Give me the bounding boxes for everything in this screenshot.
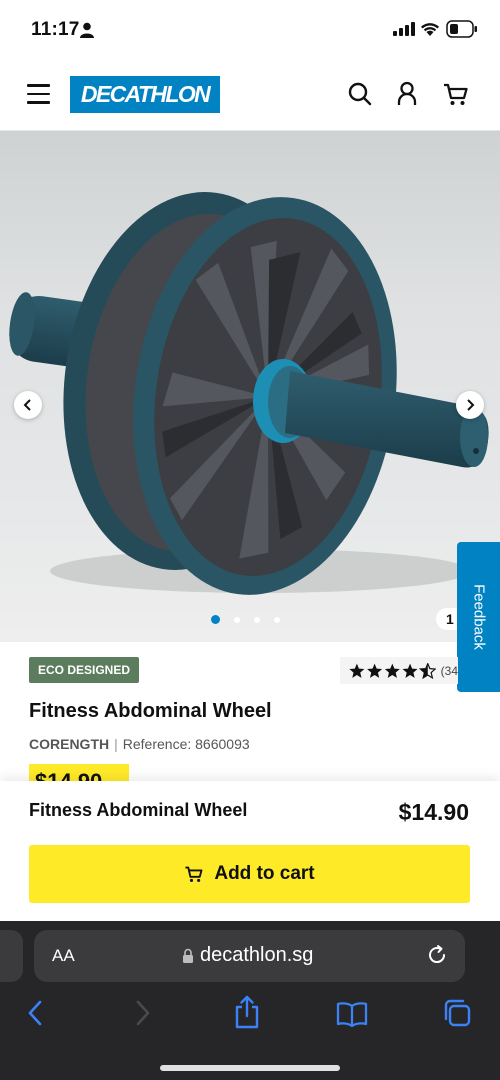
lock-icon [183, 948, 193, 963]
share-icon[interactable] [233, 995, 261, 1029]
status-time: 11:17 [31, 19, 80, 40]
next-image-button[interactable] [456, 391, 484, 419]
signal-icon [393, 22, 415, 36]
chevron-left-icon [23, 399, 31, 411]
eco-designed-badge: ECO DESIGNED [29, 657, 140, 683]
home-indicator[interactable] [160, 1065, 340, 1071]
cart-icon [185, 866, 203, 882]
search-icon[interactable] [346, 80, 374, 108]
browser-toolbar: AA decathlon.sg [0, 921, 500, 1080]
page-settings-button[interactable]: AA [52, 946, 75, 966]
carousel-dots[interactable] [211, 615, 280, 624]
sticky-product-name: Fitness Abdominal Wheel [29, 800, 248, 820]
tabs-icon[interactable] [442, 998, 472, 1028]
price-tag: $14.90 [29, 764, 129, 782]
reload-icon[interactable] [425, 943, 449, 967]
address-bar[interactable]: AA decathlon.sg [34, 930, 465, 982]
sticky-product-price: $14.90 [398, 799, 469, 825]
rating-stars-icon [349, 662, 436, 678]
menu-icon[interactable] [27, 84, 50, 104]
previous-tab-preview[interactable] [0, 930, 23, 982]
battery-icon [446, 20, 477, 38]
rating-count: (34 [440, 663, 458, 678]
feedback-label: Feedback [470, 584, 487, 650]
add-to-cart-label: Add to cart [214, 863, 315, 884]
sticky-add-to-cart-bar: Fitness Abdominal Wheel $14.90 Add to ca… [0, 781, 500, 921]
chevron-right-icon [467, 399, 475, 411]
meta-separator: | [114, 736, 118, 752]
carousel-dot[interactable] [254, 616, 260, 623]
cart-icon[interactable] [442, 80, 470, 108]
account-icon[interactable] [393, 80, 421, 108]
product-title: Fitness Abdominal Wheel [29, 700, 272, 722]
carousel-dot[interactable] [211, 615, 220, 624]
back-icon[interactable] [24, 999, 46, 1027]
product-meta: CORENGTH | Reference: 8660093 [29, 736, 250, 752]
decathlon-logo[interactable]: DECATHLON [70, 76, 220, 113]
forward-icon[interactable] [132, 999, 154, 1027]
bookmarks-icon[interactable] [336, 1001, 368, 1027]
wifi-icon [421, 23, 439, 36]
status-bar: 11:17 [0, 0, 500, 60]
url-display[interactable]: decathlon.sg [182, 944, 313, 967]
site-header: DECATHLON [0, 60, 500, 131]
feedback-tab[interactable]: Feedback [457, 542, 500, 692]
product-reference: Reference: 8660093 [122, 736, 250, 752]
prev-image-button[interactable] [14, 391, 42, 419]
person-icon [80, 22, 94, 38]
add-to-cart-button[interactable]: Add to cart [29, 845, 470, 903]
product-image [9, 192, 489, 595]
product-image-carousel[interactable]: 1 [0, 131, 500, 642]
carousel-dot[interactable] [274, 616, 280, 623]
product-brand[interactable]: CORENGTH [29, 736, 109, 752]
carousel-dot[interactable] [234, 616, 240, 623]
product-rating[interactable]: (34 [340, 657, 458, 684]
url-text: decathlon.sg [200, 944, 314, 966]
